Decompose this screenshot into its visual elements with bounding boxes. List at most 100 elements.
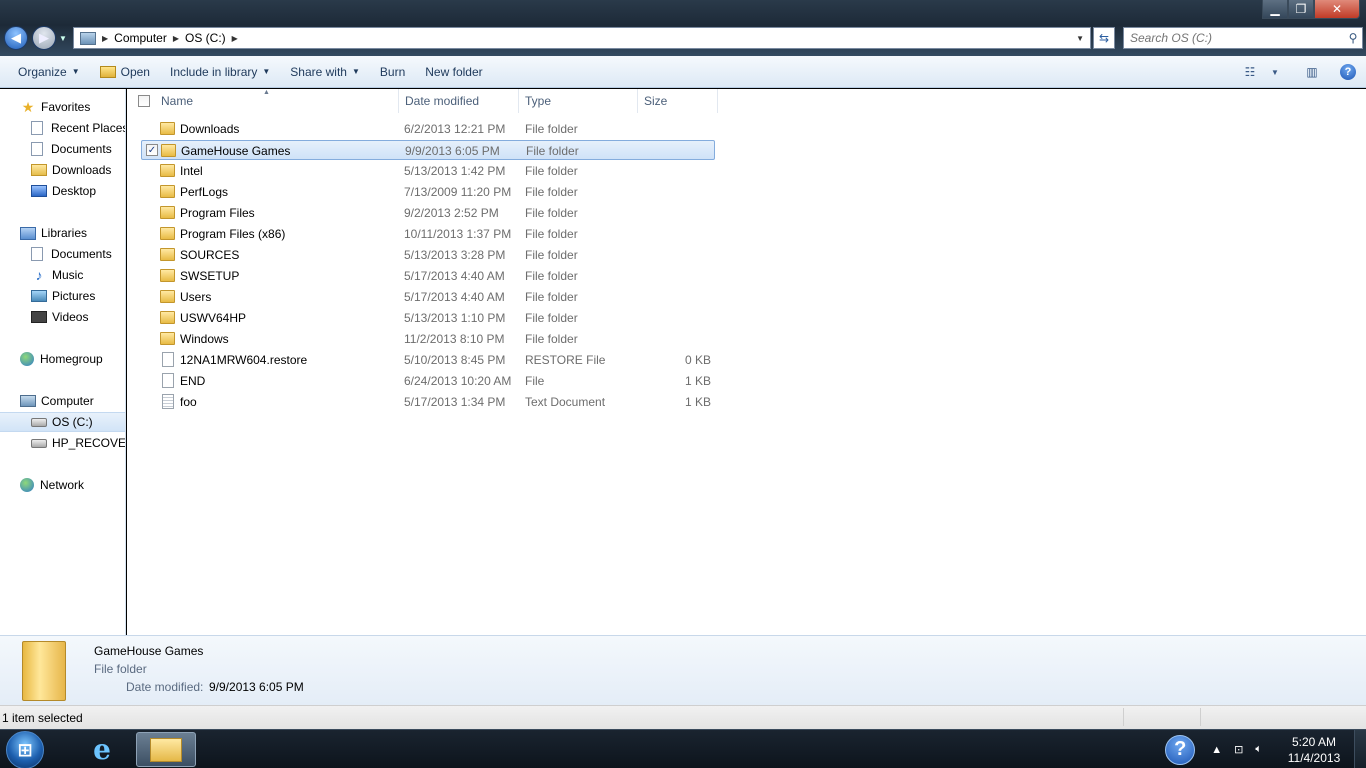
burn-label: Burn [379,64,406,79]
file-row[interactable]: Intel 5/13/2013 1:42 PM File folder [141,161,715,181]
search-input[interactable] [1124,29,1344,47]
nav-downloads[interactable]: Downloads [0,160,125,180]
nav-homegroup-label: Homegroup [40,352,103,366]
start-button[interactable]: ⊞ [6,731,44,768]
nav-libraries-label: Libraries [41,226,88,240]
open-button[interactable]: Open [90,56,160,87]
nav-favorites[interactable]: ★ Favorites [0,97,125,117]
file-row[interactable]: SWSETUP 5/17/2013 4:40 AM File folder [141,266,715,286]
file-row[interactable]: PerfLogs 7/13/2009 11:20 PM File folder [141,182,715,202]
nav-lib-documents[interactable]: Documents [0,244,125,264]
refresh-button[interactable]: ⇆ [1093,27,1115,49]
file-row[interactable]: Windows 11/2/2013 8:10 PM File folder [141,329,715,349]
breadcrumb-computer[interactable]: Computer [108,31,173,45]
show-hidden-icons-icon[interactable]: ▲ [1211,744,1222,756]
share-with-button[interactable]: Share with ▼ [280,56,370,87]
column-header-size[interactable]: Size [638,89,718,113]
nav-documents[interactable]: Documents [0,139,125,159]
nav-recent-places[interactable]: Recent Places [0,118,126,138]
downloads-folder-icon [31,164,47,176]
nav-os-c[interactable]: OS (C:) [0,412,125,432]
file-type: File folder [525,164,578,178]
nav-homegroup[interactable]: Homegroup [0,349,125,369]
nav-recent-places-label: Recent Places [51,121,126,135]
file-name: PerfLogs [180,185,229,199]
minimize-button[interactable]: ▁ [1262,0,1288,19]
select-all-checkbox[interactable] [138,95,150,107]
documents-icon [31,142,43,156]
file-name: Intel [180,164,203,178]
recent-pages-dropdown[interactable]: ▼ [59,34,67,43]
file-size [644,119,711,139]
windows-logo-icon: ⊞ [17,739,33,760]
taskbar-internet-explorer[interactable]: e [76,732,128,767]
nav-pictures[interactable]: Pictures [0,286,125,306]
new-folder-button[interactable]: New folder [415,56,492,87]
file-row[interactable]: END 6/24/2013 10:20 AM File 1 KB [141,371,715,391]
file-name: SWSETUP [180,269,240,283]
file-name: GameHouse Games [181,144,291,158]
file-name: END [180,374,206,388]
preview-pane-button[interactable]: ▥ [1302,63,1322,81]
back-button[interactable]: ◀ [4,26,28,50]
view-options-dropdown[interactable]: ▼ [1270,63,1280,81]
details-type: File folder [94,662,147,676]
file-type: File folder [526,144,579,158]
folder-icon [161,144,176,157]
tray-help-icon[interactable]: ? [1165,734,1196,765]
file-name: Program Files [180,206,255,220]
file-row[interactable]: USWV64HP 5/13/2013 1:10 PM File folder [141,308,715,328]
nav-computer[interactable]: Computer [0,391,125,411]
nav-downloads-label: Downloads [52,163,112,177]
maximize-button[interactable]: ❐ [1288,0,1314,19]
nav-hp-recovery[interactable]: HP_RECOVERY [0,433,125,453]
show-desktop-button[interactable] [1354,730,1366,768]
nav-libraries[interactable]: Libraries [0,223,125,243]
column-header-type[interactable]: Type [519,89,638,113]
row-checkbox[interactable]: ✓ [146,144,158,156]
arrow-left-icon: ◀ [11,30,21,45]
organize-button[interactable]: Organize ▼ [0,56,90,87]
explorer-folder-icon [150,737,182,762]
file-row[interactable]: SOURCES 5/13/2013 3:28 PM File folder [141,245,715,265]
file-row[interactable]: ✓ GameHouse Games 9/9/2013 6:05 PM File fol… [141,140,715,160]
network-tray-icon[interactable]: ⊡ [1234,743,1243,756]
volume-icon[interactable]: 🔈︎ [1255,743,1262,756]
address-history-dropdown[interactable]: ▼ [1070,34,1090,43]
clock[interactable]: 5:20 AM 11/4/2013 [1274,734,1354,766]
search-icon[interactable]: ⚲ [1344,31,1362,45]
chevron-right-icon[interactable]: ▶ [232,34,238,43]
taskbar-windows-explorer[interactable] [136,732,196,767]
nav-videos[interactable]: Videos [0,307,125,327]
file-row[interactable]: Program Files (x86) 10/11/2013 1:37 PM Fil… [141,224,715,244]
details-date-value: 9/9/2013 6:05 PM [209,680,304,694]
change-view-button[interactable]: ☷ [1240,63,1260,81]
file-type: File [525,374,545,388]
file-row[interactable]: 12NA1MRW604.restore 5/10/2013 8:45 PM REST… [141,350,715,370]
column-header-date-modified[interactable]: Date modified [399,89,519,113]
file-row[interactable]: Downloads 6/2/2013 12:21 PM File folder [141,119,715,139]
address-bar[interactable]: ▶ Computer ▶ OS (C:) ▶ ▼ [73,27,1091,49]
file-row[interactable]: Users 5/17/2013 4:40 AM File folder [141,287,715,307]
file-row[interactable]: foo 5/17/2013 1:34 PM Text Document 1 KB [141,392,715,412]
desktop-icon [31,185,47,197]
nav-documents-label: Documents [51,142,112,156]
homegroup-icon [20,352,34,366]
breadcrumb-os-c[interactable]: OS (C:) [179,31,232,45]
details-pane: GameHouse Games File folder Date modifie… [0,635,1366,705]
file-row[interactable]: Program Files 9/2/2013 2:52 PM File folder [141,203,715,223]
chevron-down-icon: ▼ [1271,67,1279,77]
file-date: 11/2/2013 8:10 PM [404,332,505,346]
nav-network-label: Network [40,478,85,492]
nav-network[interactable]: Network [0,475,125,495]
burn-button[interactable]: Burn [370,56,415,87]
details-date-label: Date modified: [126,680,204,694]
include-in-library-button[interactable]: Include in library ▼ [160,56,280,87]
nav-desktop[interactable]: Desktop [0,181,125,201]
close-button[interactable]: ✕ [1314,0,1360,19]
forward-button[interactable]: ▶ [32,26,56,50]
help-button[interactable]: ? [1340,64,1356,80]
preview-pane-icon: ▥ [1306,65,1318,79]
nav-music[interactable]: ♪ Music [0,265,125,285]
column-header-name[interactable]: Name [155,89,399,113]
